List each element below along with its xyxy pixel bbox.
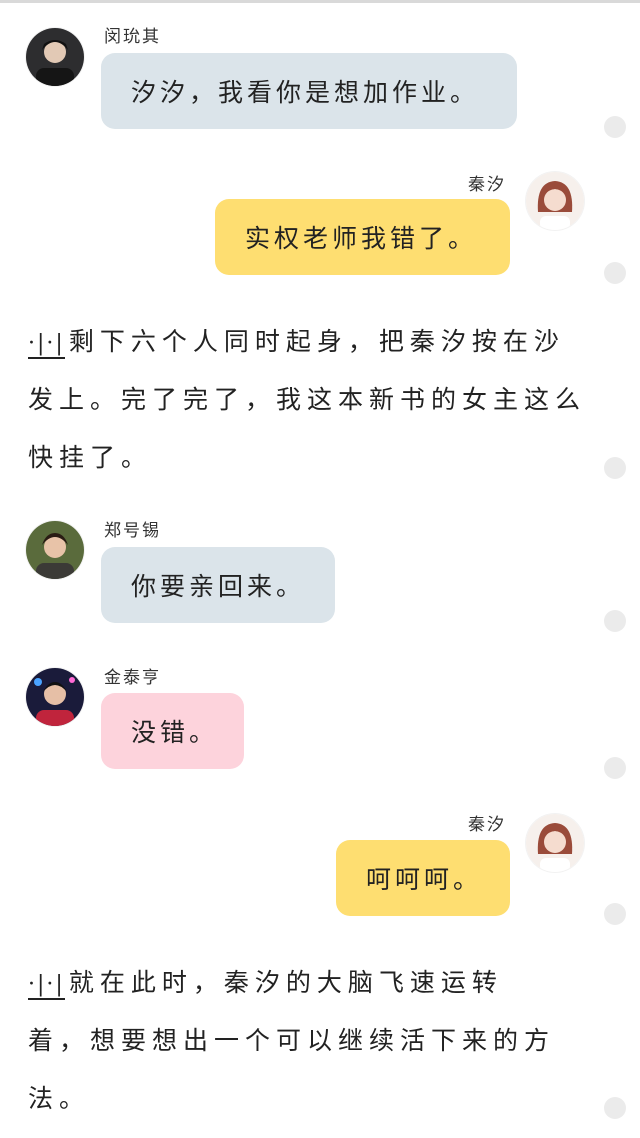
narration-line: 发上。完了完了，我这本新书的女主这么 xyxy=(28,385,587,414)
narration-line: ·|·| 就在此时，秦汐的大脑飞速运转 xyxy=(28,954,555,1012)
sender-name: 秦汐 xyxy=(468,815,506,835)
narration-line: 快挂了。 xyxy=(28,443,153,472)
avatar-woman-icon[interactable] xyxy=(526,814,584,872)
message-text: 你要亲回来。 xyxy=(131,572,306,601)
scene-marker: ·|·| xyxy=(28,972,65,1000)
message-bubble[interactable]: 汐汐，我看你是想加作业。 xyxy=(101,53,517,129)
avatar-man-icon[interactable] xyxy=(26,668,84,726)
message-text: 没错。 xyxy=(131,718,219,747)
sender-name: 秦汐 xyxy=(468,175,506,195)
scene-marker: ·|·| xyxy=(28,331,65,359)
status-dot xyxy=(604,1097,626,1119)
status-dot xyxy=(604,457,626,479)
status-dot xyxy=(604,903,626,925)
narration-paragraph: ·|·| 剩下六个人同时起身，把秦汐按在沙 发上。完了完了，我这本新书的女主这么 … xyxy=(28,313,586,487)
narration-line: 着，想要想出一个可以继续活下来的方 xyxy=(28,1026,556,1055)
sender-name: 金泰亨 xyxy=(104,668,161,688)
top-bar xyxy=(0,0,640,3)
sender-name: 郑号锡 xyxy=(104,521,161,541)
status-dot xyxy=(604,116,626,138)
message-text: 实权老师我错了。 xyxy=(245,224,478,253)
message-bubble[interactable]: 没错。 xyxy=(101,693,244,769)
narration-line: ·|·| 剩下六个人同时起身，把秦汐按在沙 xyxy=(28,313,586,371)
narration-paragraph: ·|·| 就在此时，秦汐的大脑飞速运转 着，想要想出一个可以继续活下来的方 法。 xyxy=(28,954,555,1128)
message-text: 汐汐，我看你是想加作业。 xyxy=(131,78,480,107)
status-dot xyxy=(604,610,626,632)
status-dot xyxy=(604,262,626,284)
message-text: 呵呵呵。 xyxy=(366,865,483,894)
avatar-man-icon[interactable] xyxy=(26,521,84,579)
avatar-man-icon[interactable] xyxy=(26,28,84,86)
message-bubble[interactable]: 呵呵呵。 xyxy=(336,840,510,916)
message-bubble[interactable]: 你要亲回来。 xyxy=(101,547,335,623)
narration-line: 法。 xyxy=(28,1084,91,1113)
narration-text: 就在此时，秦汐的大脑飞速运转 xyxy=(68,968,503,997)
message-bubble[interactable]: 实权老师我错了。 xyxy=(215,199,510,275)
status-dot xyxy=(604,757,626,779)
avatar-woman-icon[interactable] xyxy=(526,172,584,230)
narration-text: 剩下六个人同时起身，把秦汐按在沙 xyxy=(68,327,565,356)
sender-name: 闵玧其 xyxy=(104,27,161,47)
